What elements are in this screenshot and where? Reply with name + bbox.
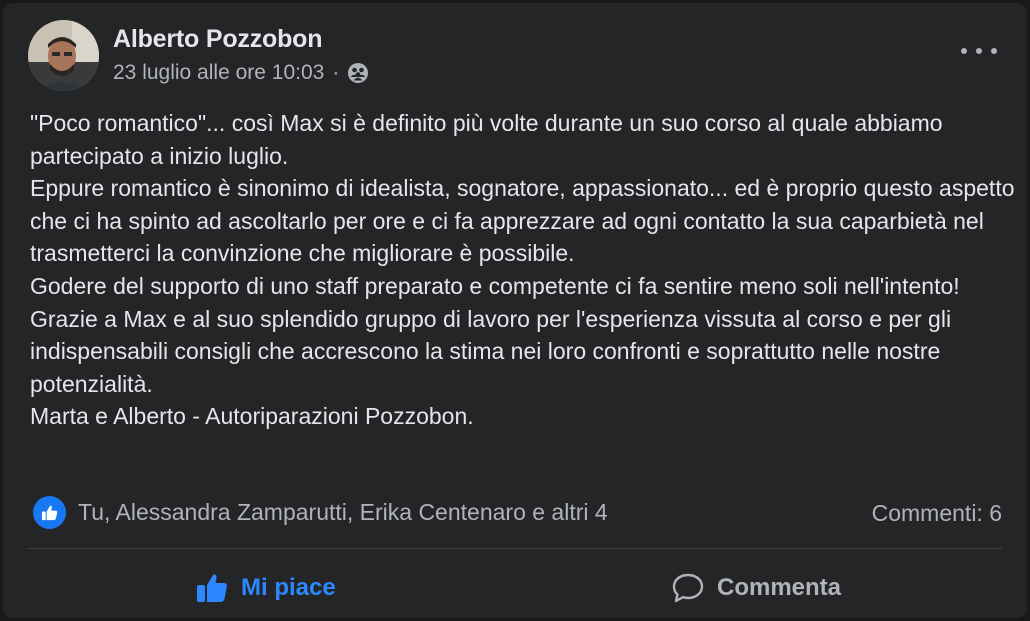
post-paragraph: Marta e Alberto - Autoriparazioni Pozzob… xyxy=(30,403,474,430)
comment-label: Commenta xyxy=(717,574,842,601)
post-paragraph: Godere del supporto di uno staff prepara… xyxy=(30,272,960,299)
like-label: Mi piace xyxy=(241,574,336,601)
post-card: Alberto Pozzobon 23 luglio alle ore 10:0… xyxy=(3,3,1027,618)
author-name[interactable]: Alberto Pozzobon xyxy=(113,25,322,54)
meta-separator: · xyxy=(332,61,340,84)
divider xyxy=(28,548,1002,549)
friends-icon xyxy=(347,62,369,84)
post-body: "Poco romantico"... così Max si è defini… xyxy=(30,107,1015,433)
more-dot xyxy=(991,48,997,54)
like-button[interactable]: Mi piace xyxy=(195,568,336,608)
reactions-summary[interactable]: Tu, Alessandra Zamparutti, Erika Centena… xyxy=(33,496,608,529)
post-date[interactable]: 23 luglio alle ore 10:03 xyxy=(113,61,324,85)
more-options-icon[interactable] xyxy=(961,41,997,61)
thumbs-up-icon xyxy=(195,572,229,604)
comments-count[interactable]: Commenti: 6 xyxy=(872,500,1002,527)
post-paragraph: "Poco romantico"... così Max si è defini… xyxy=(30,110,943,169)
more-dot xyxy=(961,48,967,54)
reactions-text[interactable]: Tu, Alessandra Zamparutti, Erika Centena… xyxy=(78,499,608,526)
post-paragraph: Grazie a Max e al suo splendido gruppo d… xyxy=(30,305,952,397)
post-paragraph: Eppure romantico è sinonimo di idealista… xyxy=(30,175,1015,267)
post-meta: 23 luglio alle ore 10:03 · xyxy=(113,61,369,85)
comment-icon xyxy=(671,572,705,604)
avatar[interactable] xyxy=(28,20,99,91)
like-reaction-icon xyxy=(33,496,66,529)
more-dot xyxy=(976,48,982,54)
comment-button[interactable]: Commenta xyxy=(671,568,841,608)
